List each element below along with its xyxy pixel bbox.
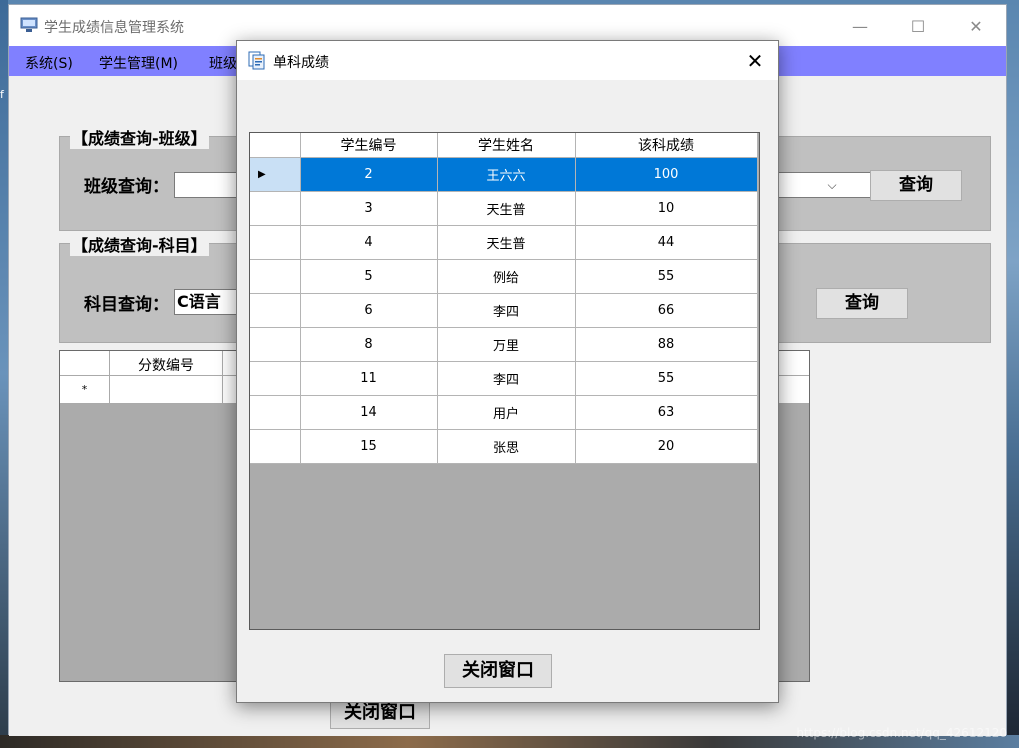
cell-student-name[interactable]: 万里 (437, 327, 576, 362)
cell-student-name[interactable]: 天生普 (437, 225, 576, 260)
class-query-label: 班级查询： (84, 177, 169, 197)
column-header-student-id[interactable]: 学生编号 (300, 133, 438, 158)
cell-score[interactable]: 100 (575, 157, 758, 192)
cell-student-name[interactable]: 王六六 (437, 157, 576, 192)
cell-score[interactable]: 20 (575, 429, 758, 464)
score-grid-column-header[interactable]: 分数编号 (110, 355, 222, 375)
cell-score[interactable]: 55 (575, 361, 758, 396)
table-row[interactable]: 5 例给 55 (250, 259, 758, 294)
subject-score-table: 学生编号 学生姓名 该科成绩 ▶ 2 王六六 100 3 天生普 10 4 天生普 44 5 例给 55… (250, 133, 758, 464)
desktop-fragment: f (0, 88, 4, 101)
window-title: 学生成绩信息管理系统 (44, 20, 184, 36)
subject-query-label: 科目查询： (84, 295, 169, 315)
menu-system[interactable]: 系统(S) (25, 53, 73, 73)
desktop-edge (0, 0, 8, 748)
cell-student-id[interactable]: 11 (300, 361, 438, 396)
cell-student-name[interactable]: 用户 (437, 395, 576, 430)
document-icon (248, 51, 265, 70)
minimize-button[interactable]: — (837, 13, 883, 41)
single-subject-dialog: 单科成绩 ✕ 学生编号 学生姓名 该科成绩 ▶ 2 王六六 100 3 天生普 10 4 天生普… (236, 40, 779, 703)
column-header-score[interactable]: 该科成绩 (575, 133, 758, 158)
cell-score[interactable]: 44 (575, 225, 758, 260)
cell-student-id[interactable]: 2 (300, 157, 438, 192)
row-header[interactable] (250, 361, 301, 396)
cell-score[interactable]: 10 (575, 191, 758, 226)
table-row[interactable]: 6 李四 66 (250, 293, 758, 328)
row-header[interactable] (250, 327, 301, 362)
class-query-title: 【成绩查询-班级】 (70, 125, 209, 149)
dialog-title: 单科成绩 (273, 55, 329, 71)
table-row[interactable]: 11 李四 55 (250, 361, 758, 396)
subject-score-grid[interactable]: 学生编号 学生姓名 该科成绩 ▶ 2 王六六 100 3 天生普 10 4 天生普 44 5 例给 55… (249, 132, 760, 630)
row-header[interactable] (250, 191, 301, 226)
row-header[interactable] (250, 395, 301, 430)
cell-student-name[interactable]: 天生普 (437, 191, 576, 226)
menu-student-management[interactable]: 学生管理(M) (99, 53, 178, 73)
cell-score[interactable]: 55 (575, 259, 758, 294)
table-row[interactable]: 15 张思 20 (250, 429, 758, 464)
table-row[interactable]: 14 用户 63 (250, 395, 758, 430)
subject-query-button[interactable]: 查询 (816, 288, 908, 319)
close-button[interactable]: ✕ (953, 13, 999, 41)
menu-class[interactable]: 班级 (209, 53, 237, 73)
maximize-button[interactable]: ☐ (895, 13, 941, 41)
row-header[interactable] (250, 293, 301, 328)
cell-student-name[interactable]: 李四 (437, 361, 576, 396)
score-grid-corner (60, 351, 110, 376)
subject-query-title: 【成绩查询-科目】 (70, 232, 209, 256)
cell-student-id[interactable]: 5 (300, 259, 438, 294)
app-monitor-icon (20, 17, 38, 32)
table-row[interactable]: 8 万里 88 (250, 327, 758, 362)
cell-student-name[interactable]: 李四 (437, 293, 576, 328)
cell-student-id[interactable]: 14 (300, 395, 438, 430)
dialog-close-window-button[interactable]: 关闭窗口 (444, 654, 552, 688)
cell-student-name[interactable]: 张思 (437, 429, 576, 464)
watermark: https://blog.csdn.net/qq_42612120 (796, 726, 1007, 740)
new-row-marker: * (60, 376, 110, 404)
cell-score[interactable]: 63 (575, 395, 758, 430)
cell-student-id[interactable]: 3 (300, 191, 438, 226)
cell-student-id[interactable]: 6 (300, 293, 438, 328)
cell-student-id[interactable]: 8 (300, 327, 438, 362)
row-header[interactable]: ▶ (250, 157, 301, 192)
column-header-student-name[interactable]: 学生姓名 (437, 133, 576, 158)
cell-student-id[interactable]: 15 (300, 429, 438, 464)
cell-score[interactable]: 66 (575, 293, 758, 328)
chevron-down-icon[interactable]: ⌵ (822, 172, 842, 198)
class-query-button[interactable]: 查询 (870, 170, 962, 201)
cell-score[interactable]: 88 (575, 327, 758, 362)
row-header[interactable] (250, 429, 301, 464)
cell-student-name[interactable]: 例给 (437, 259, 576, 294)
column-divider (222, 351, 223, 376)
row-header[interactable] (250, 259, 301, 294)
dialog-titlebar: 单科成绩 ✕ (237, 41, 778, 80)
table-row[interactable]: ▶ 2 王六六 100 (250, 157, 758, 192)
table-row[interactable]: 3 天生普 10 (250, 191, 758, 226)
row-header[interactable] (250, 225, 301, 260)
dialog-close-button[interactable]: ✕ (738, 45, 772, 77)
column-divider (222, 376, 223, 404)
grid-corner (250, 133, 301, 158)
table-row[interactable]: 4 天生普 44 (250, 225, 758, 260)
cell-student-id[interactable]: 4 (300, 225, 438, 260)
